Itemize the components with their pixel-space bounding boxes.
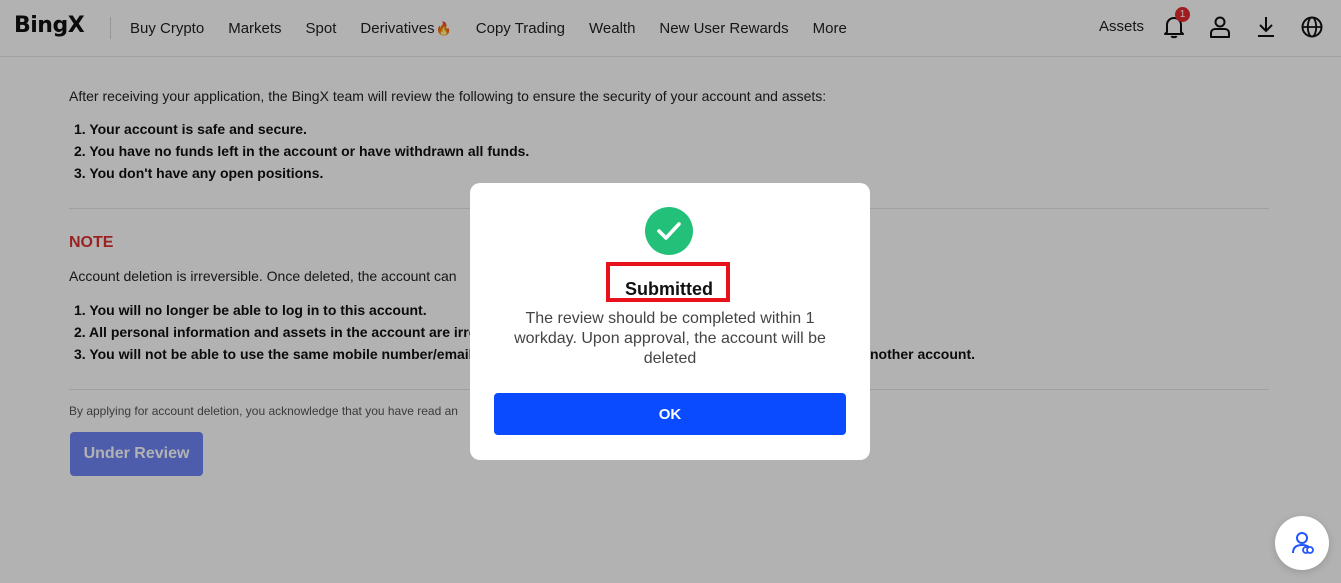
dialog-description: The review should be completed within 1 … [514,310,826,367]
submitted-dialog: Submitted The review should be completed… [470,183,870,460]
ok-button[interactable]: OK [494,393,846,435]
support-agent-icon [1292,532,1314,554]
dialog-title: Submitted [625,279,713,299]
customer-support-button[interactable] [1275,516,1329,570]
success-check-icon [645,207,693,255]
